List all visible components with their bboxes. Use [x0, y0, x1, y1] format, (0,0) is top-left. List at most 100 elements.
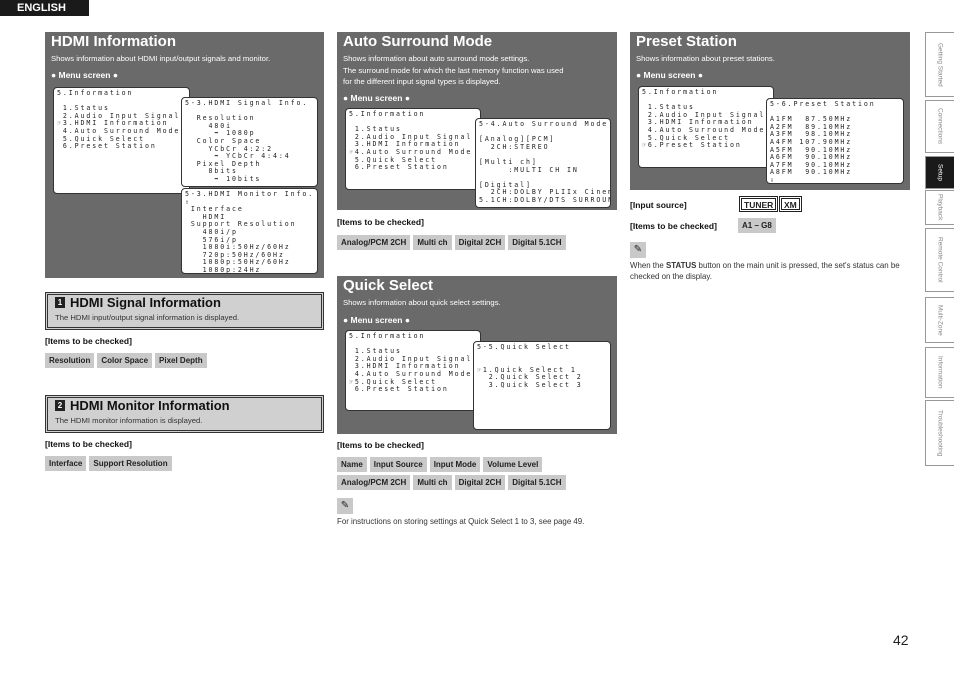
items-label: [Items to be checked]	[337, 217, 424, 227]
lcd-line: 5-3.HDMI Signal Info.	[185, 99, 309, 107]
item-tag: Input Source	[369, 457, 427, 472]
lcd-line: 1080p:24Hz	[185, 265, 262, 274]
items-tags: Interface Support Resolution	[45, 456, 172, 471]
lcd-line: 5-6.Preset Station	[770, 100, 876, 108]
lcd-line: 6.Preset Station	[349, 163, 449, 172]
menu-screen-label: ● Menu screen ●	[636, 70, 703, 80]
items-tags: Name Input Source Input Mode Volume Level	[337, 457, 543, 472]
item-tag: Analog/PCM 2CH	[337, 475, 411, 490]
section-title: HDMI Information	[51, 33, 176, 50]
lcd-line: 5-3.HDMI Monitor Info.	[185, 190, 315, 198]
lcd-line: 5-5.Quick Select	[477, 343, 571, 351]
input-source-xm: XM	[779, 196, 802, 212]
items-label: [Items to be checked]	[45, 336, 132, 346]
item-tag: Digital 5.1CH	[508, 235, 566, 250]
lcd-line: 5.Information	[349, 332, 426, 340]
items-label: [Items to be checked]	[45, 439, 132, 449]
section-subtitle: Shows information about quick select set…	[343, 298, 501, 307]
lcd-screen: 5.Information 1.Status 2.Audio Input Sig…	[345, 330, 481, 411]
section-number: 1	[55, 297, 65, 308]
lcd-line: 6.Preset Station	[57, 142, 157, 151]
item-tag: Interface	[45, 456, 87, 471]
lcd-screen: 5.Information 1.Status 2.Audio Input Sig…	[638, 86, 774, 168]
subsection-title: HDMI Monitor Information	[70, 398, 230, 413]
lcd-line: A8FM 90.10MHz	[770, 168, 853, 177]
auto-surround-mode-panel: Auto Surround Mode Shows information abo…	[337, 32, 617, 210]
chapter-tab-remote-control[interactable]: Remote Control	[925, 228, 954, 292]
section-subtitle: Shows information about preset stations.	[636, 54, 775, 63]
lcd-screen: 5.Information 1.Status 2.Audio Input Sig…	[53, 87, 190, 194]
chapter-tab-information[interactable]: Information	[925, 347, 954, 398]
preset-station-panel: Preset Station Shows information about p…	[630, 32, 910, 190]
pencil-note-icon: ✎	[337, 498, 353, 514]
chapter-tab-setup[interactable]: Setup	[925, 156, 954, 189]
item-tag: Multi ch	[413, 235, 452, 250]
item-tag: Color Space	[97, 353, 153, 368]
section-subtitle: Shows information about auto surround mo…	[343, 53, 563, 88]
lcd-screen: 5-6.Preset Station A1FM 87.50MHz A2FM 89.1…	[766, 98, 904, 184]
items-tags: Analog/PCM 2CH Multi ch Digital 2CH Digital…	[337, 475, 566, 490]
section-title: Quick Select	[343, 277, 434, 294]
item-tag: Volume Level	[483, 457, 543, 472]
lcd-line: 6.Preset Station	[349, 385, 449, 394]
section-title: Preset Station	[636, 33, 737, 50]
hdmi-information-panel: HDMI Information Shows information about…	[45, 32, 324, 278]
lcd-screen: 5.Information 1.Status 2.Audio Input Sig…	[345, 108, 481, 190]
item-tag: Support Resolution	[89, 456, 172, 471]
item-tag: Analog/PCM 2CH	[337, 235, 411, 250]
item-tag: Digital 2CH	[454, 235, 506, 250]
section-subtitle: Shows information about HDMI input/outpu…	[51, 54, 271, 63]
hdmi-monitor-information-box: 2 HDMI Monitor Information The HDMI moni…	[45, 395, 324, 433]
page-number: 42	[893, 632, 909, 648]
subtitle-line: Shows information about auto surround mo…	[343, 54, 530, 63]
chapter-tab-getting-started[interactable]: Getting Started	[925, 32, 954, 97]
chapter-tab-label: Remote Control	[936, 237, 944, 283]
chapter-tab-label: Playback	[936, 194, 944, 221]
subsection-desc: The HDMI monitor information is displaye…	[55, 416, 203, 425]
items-label: [Items to be checked]	[337, 440, 424, 450]
chapter-tab-playback[interactable]: Playback	[925, 190, 954, 225]
note-bold: STATUS	[665, 261, 697, 270]
chapter-tab-label: Troubleshooting	[936, 409, 944, 457]
lcd-screen: 5-3.HDMI Monitor Info. ⇧ Interface HDMI S…	[181, 188, 318, 274]
menu-screen-label: ● Menu screen ●	[343, 93, 410, 103]
items-tags: A1 – G8	[738, 218, 776, 233]
chapter-tab-troubleshooting[interactable]: Troubleshooting	[925, 400, 954, 466]
chapter-tab-label: Information	[936, 356, 944, 389]
item-tag: Pixel Depth	[155, 353, 207, 368]
chapter-tab-label: Setup	[936, 164, 944, 181]
item-tag: Digital 5.1CH	[508, 475, 566, 490]
lcd-line: ☞6.Preset Station	[642, 141, 742, 150]
lcd-line: 2CH:STEREO	[479, 142, 550, 151]
items-label: [Items to be checked]	[630, 221, 717, 231]
item-tag: Resolution	[45, 353, 95, 368]
lcd-line: 5.Information	[57, 89, 134, 97]
lcd-line	[477, 352, 607, 360]
lcd-line: 5.Information	[642, 88, 719, 96]
chapter-tab-connections[interactable]: Connections	[925, 100, 954, 153]
quick-select-panel: Quick Select Shows information about qui…	[337, 276, 617, 434]
lcd-line: 5.Information	[349, 110, 426, 118]
chapter-tab-label: Multi-Zone	[936, 304, 944, 336]
quick-select-note: For instructions on storing settings at …	[337, 517, 585, 526]
input-source-tuner: TUNER	[739, 196, 779, 212]
lcd-line: 5.1CH:DOLBY/DTS SURROUND	[479, 195, 611, 204]
menu-screen-label: ● Menu screen ●	[343, 315, 410, 325]
language-label: ENGLISH	[0, 0, 89, 16]
lcd-line: :MULTI CH IN	[479, 165, 579, 174]
item-tag: Digital 2CH	[454, 475, 506, 490]
subsection-desc: The HDMI input/output signal information…	[55, 313, 240, 322]
item-tag: Name	[337, 457, 367, 472]
subtitle-line: The surround mode for which the last mem…	[343, 65, 564, 75]
chapter-tab-multi-zone[interactable]: Multi-Zone	[925, 297, 954, 343]
pencil-note-icon: ✎	[630, 242, 646, 258]
lcd-line: ➡ 10bits	[185, 174, 262, 183]
lcd-line: ⇩	[770, 175, 776, 184]
lcd-line: 3.Quick Select 3	[477, 380, 583, 389]
menu-screen-label: ● Menu screen ●	[51, 70, 118, 80]
lcd-screen: 5-4.Auto Surround Mode [Analog][PCM] 2CH:…	[475, 118, 611, 208]
subtitle-line: for the different input signal types is …	[343, 77, 501, 86]
items-tags: Analog/PCM 2CH Multi ch Digital 2CH Digital…	[337, 235, 566, 250]
item-tag: Multi ch	[413, 475, 452, 490]
items-tags: Resolution Color Space Pixel Depth	[45, 353, 207, 368]
